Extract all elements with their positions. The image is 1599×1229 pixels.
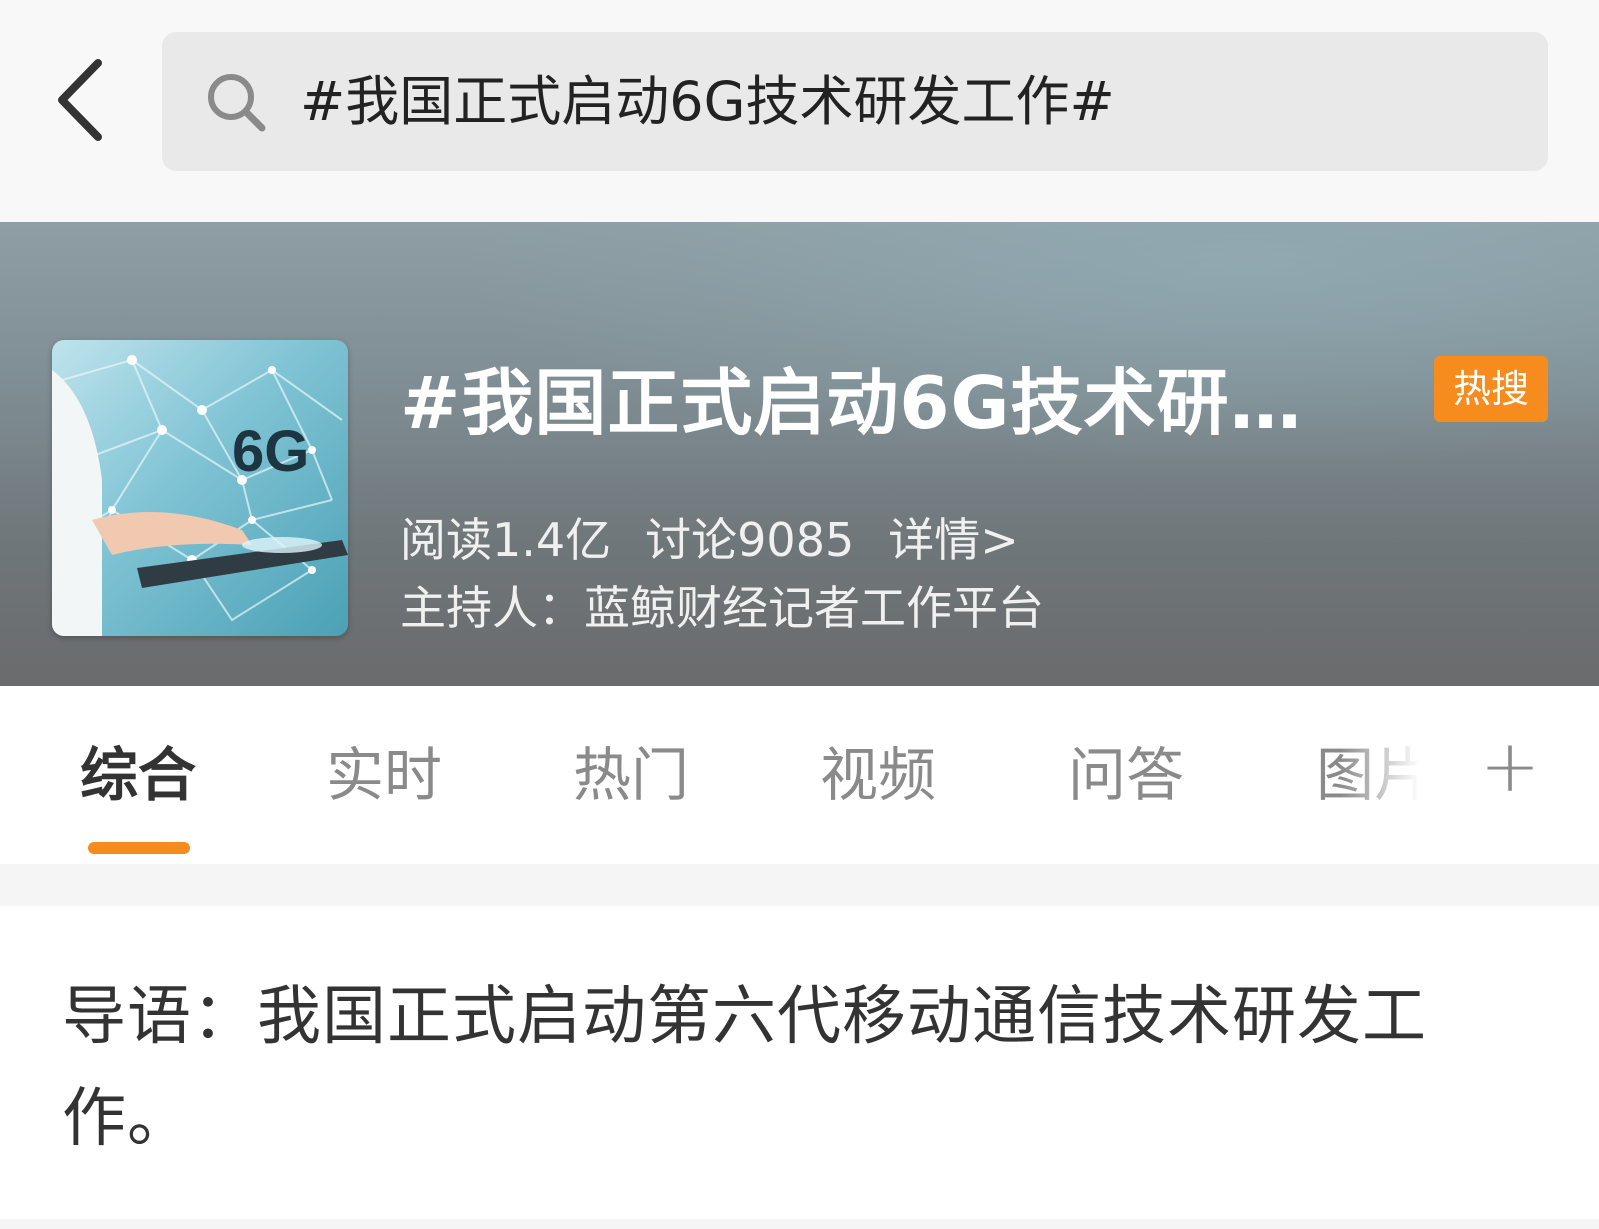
hot-search-badge: 热搜 bbox=[1434, 356, 1548, 422]
top-bar bbox=[0, 0, 1599, 222]
details-link[interactable]: 详情> bbox=[888, 513, 1019, 567]
add-tab-button[interactable]: + bbox=[1470, 726, 1550, 806]
search-input[interactable] bbox=[300, 60, 1500, 144]
network-illustration bbox=[52, 355, 348, 636]
read-count: 阅读1.4亿 bbox=[400, 513, 612, 567]
tab-bar: 综合 实时 热门 视频 问答 图片 + bbox=[0, 686, 1599, 864]
chevron-left-icon bbox=[58, 59, 102, 141]
topic-title: #我国正式启动6G技术研发工作# bbox=[400, 361, 1360, 445]
topic-host: 主持人：蓝鲸财经记者工作平台 bbox=[400, 581, 1044, 635]
tab-comprehensive[interactable]: 综合 bbox=[80, 728, 196, 809]
topic-banner: 6G #我国正式启动6G技术研发工作# 热搜 阅读1.4亿讨论9085 详情> 主… bbox=[0, 222, 1599, 686]
tab-video[interactable]: 视频 bbox=[820, 728, 936, 809]
search-box[interactable] bbox=[162, 32, 1548, 171]
topic-intro-text: 导语：我国正式启动第六代移动通信技术研发工作。 bbox=[62, 980, 1427, 1156]
topic-cover-image: 6G bbox=[52, 340, 348, 636]
search-icon bbox=[208, 74, 266, 132]
topic-stats: 阅读1.4亿 讨论9085 详情> bbox=[400, 504, 1053, 570]
discussion-count: 讨论9085 bbox=[645, 513, 855, 567]
tab-scroll-fade bbox=[1340, 686, 1440, 864]
tab-qa[interactable]: 问答 bbox=[1068, 728, 1184, 809]
topic-intro-card: 导语：我国正式启动第六代移动通信技术研发工作。 bbox=[0, 906, 1599, 1219]
tab-realtime[interactable]: 实时 bbox=[326, 728, 442, 809]
back-button[interactable] bbox=[40, 50, 120, 150]
cover-6g-label: 6G bbox=[232, 419, 310, 484]
tab-hot[interactable]: 热门 bbox=[573, 728, 689, 809]
active-tab-indicator bbox=[88, 842, 190, 854]
